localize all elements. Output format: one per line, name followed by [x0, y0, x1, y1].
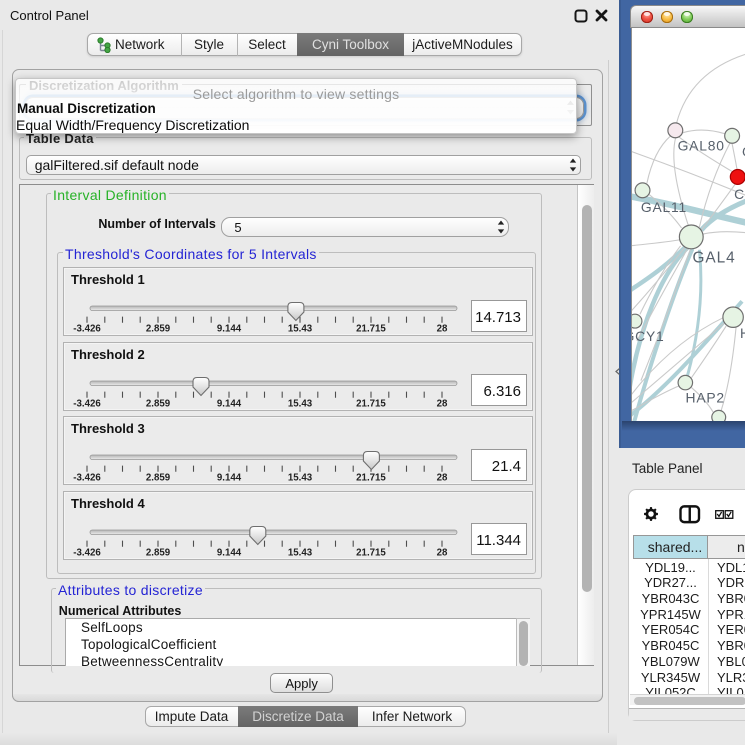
svg-text:9.144: 9.144 [217, 473, 242, 484]
svg-text:2.859: 2.859 [146, 324, 171, 335]
svg-text:15.43: 15.43 [288, 547, 313, 558]
svg-text:2.859: 2.859 [146, 547, 171, 558]
svg-text:28: 28 [437, 324, 448, 335]
svg-text:9.144: 9.144 [217, 547, 242, 558]
svg-text:H: H [740, 325, 745, 341]
svg-text:9.144: 9.144 [217, 398, 242, 409]
svg-text:-3.426: -3.426 [73, 547, 101, 558]
svg-text:28: 28 [437, 398, 448, 409]
svg-text:GAL4: GAL4 [692, 250, 735, 267]
svg-text:28: 28 [437, 473, 448, 484]
svg-text:15.43: 15.43 [288, 473, 313, 484]
svg-text:-3.426: -3.426 [73, 473, 101, 484]
svg-text:GAL11: GAL11 [641, 199, 687, 215]
svg-text:21.715: 21.715 [356, 324, 386, 335]
svg-text:2.859: 2.859 [146, 398, 171, 409]
svg-text:21.715: 21.715 [356, 547, 386, 558]
svg-text:21.715: 21.715 [356, 398, 386, 409]
svg-text:15.43: 15.43 [288, 398, 313, 409]
svg-text:-3.426: -3.426 [73, 324, 101, 335]
svg-text:28: 28 [437, 547, 448, 558]
svg-text:GAL80: GAL80 [678, 138, 725, 154]
svg-text:GCY1: GCY1 [631, 328, 664, 344]
svg-text:-3.426: -3.426 [73, 398, 101, 409]
svg-text:2.859: 2.859 [146, 473, 171, 484]
svg-text:9.144: 9.144 [217, 324, 242, 335]
svg-text:21.715: 21.715 [356, 473, 386, 484]
svg-text:15.43: 15.43 [288, 324, 313, 335]
svg-text:C: C [734, 186, 745, 202]
svg-text:HAP2: HAP2 [686, 389, 725, 405]
